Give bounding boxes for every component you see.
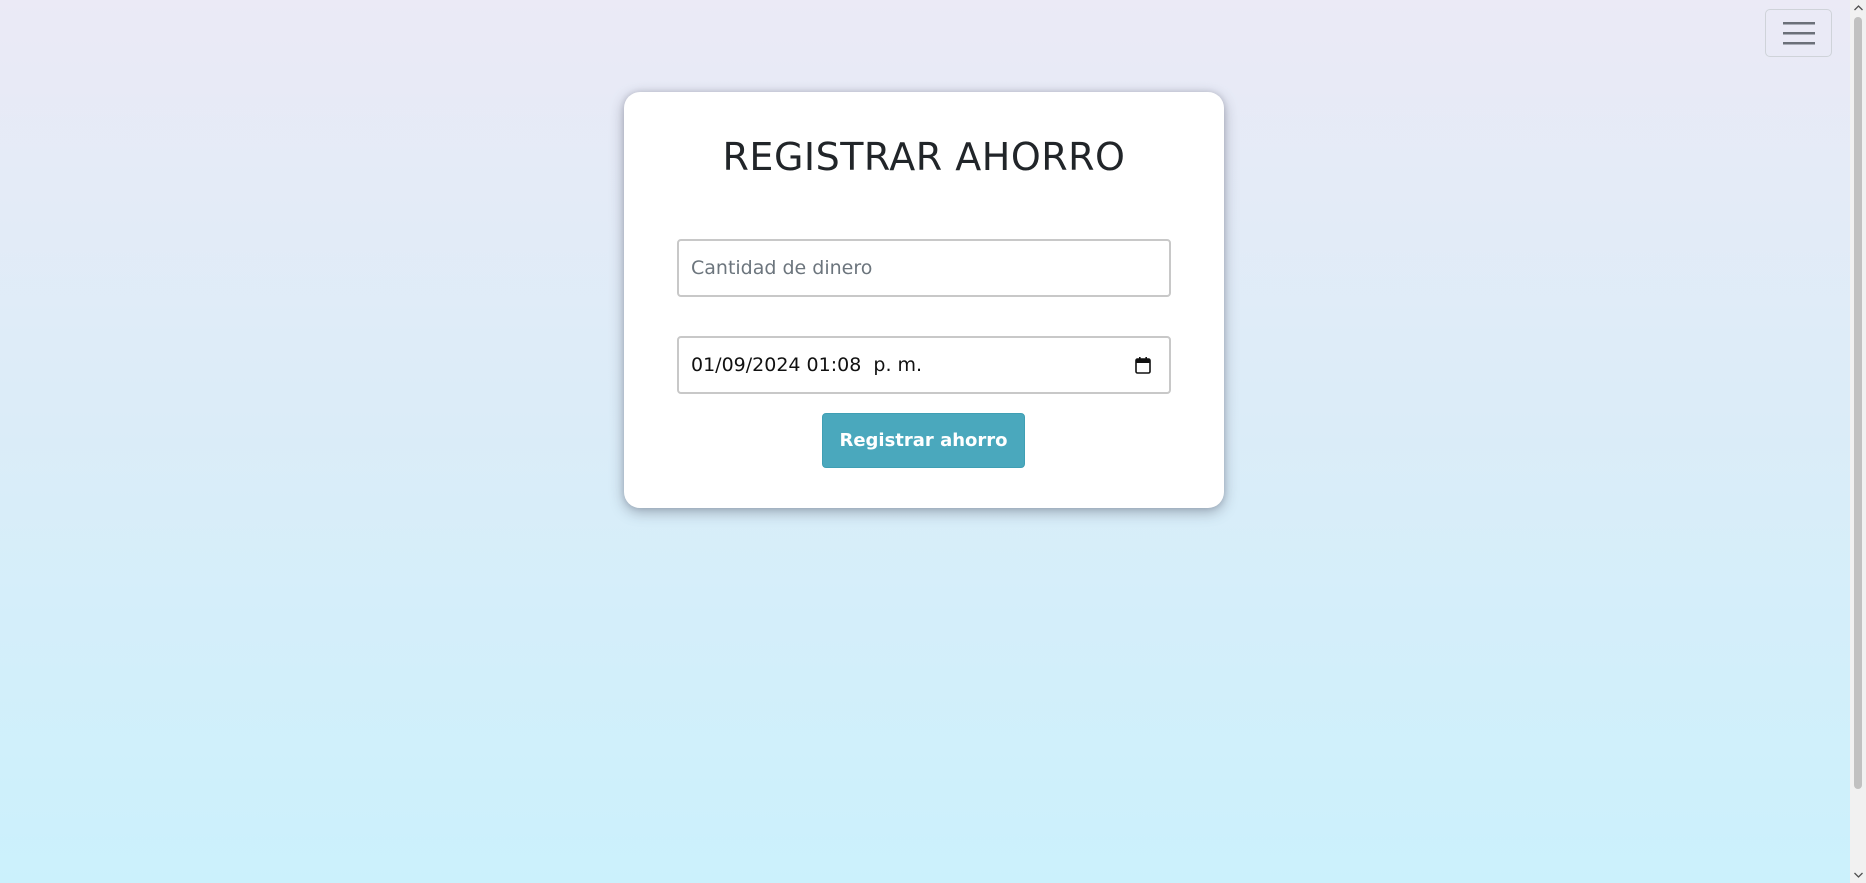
- page-title: REGISTRAR AHORRO: [722, 135, 1126, 179]
- register-savings-button[interactable]: Registrar ahorro: [822, 413, 1025, 468]
- datetime-value: 01/09/2024 01:08 p. m.: [691, 354, 923, 376]
- scroll-up-arrow-icon[interactable]: [1850, 0, 1866, 16]
- datetime-input[interactable]: 01/09/2024 01:08 p. m.: [677, 336, 1171, 394]
- hamburger-menu-icon: [1782, 20, 1815, 46]
- savings-form-card: REGISTRAR AHORRO Cantidad de dinero 01/0…: [624, 92, 1224, 508]
- amount-input[interactable]: Cantidad de dinero: [677, 239, 1171, 297]
- menu-toggle-button[interactable]: [1765, 9, 1832, 57]
- amount-placeholder: Cantidad de dinero: [691, 257, 873, 279]
- scroll-down-arrow-icon[interactable]: [1850, 867, 1866, 883]
- vertical-scrollbar[interactable]: [1850, 0, 1866, 883]
- calendar-icon[interactable]: [1133, 355, 1153, 375]
- page: REGISTRAR AHORRO Cantidad de dinero 01/0…: [0, 0, 1850, 883]
- scrollbar-thumb[interactable]: [1854, 17, 1862, 789]
